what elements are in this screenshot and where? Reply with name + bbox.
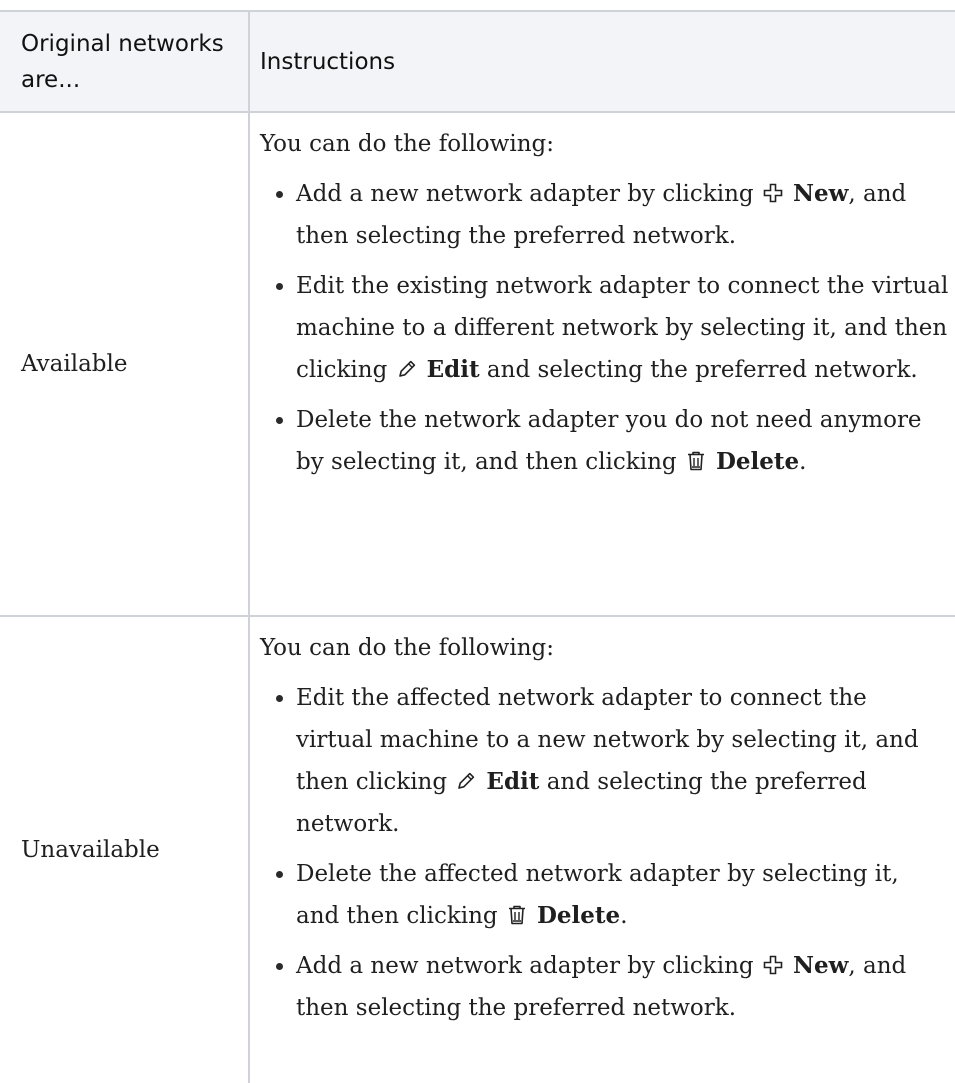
instructions-list: Edit the affected network adapter to con…: [260, 677, 949, 1029]
table-header-row: Original networks are... Instructions: [0, 10, 955, 113]
new-button-reference: New: [761, 180, 848, 207]
delete-label: Delete: [536, 902, 621, 929]
new-label: New: [792, 952, 849, 979]
item-text: Delete the network adapter you do not ne…: [296, 407, 922, 475]
pencil-icon: [397, 359, 417, 379]
header-instructions: Instructions: [249, 10, 955, 113]
delete-label: Delete: [715, 448, 800, 475]
table-row: Available You can do the following: Add …: [0, 112, 955, 617]
table-row: Unavailable You can do the following: Ed…: [0, 616, 955, 1083]
state-cell: Available: [0, 112, 250, 617]
edit-button-reference: Edit: [395, 356, 480, 383]
item-text-tail: and selecting the preferred network.: [479, 357, 918, 383]
list-item: Delete the affected network adapter by s…: [260, 853, 949, 937]
item-text-tail: .: [799, 449, 807, 475]
item-text: Add a new network adapter by clicking: [296, 953, 754, 979]
instructions-lead: You can do the following:: [260, 635, 554, 661]
instructions-cell: You can do the following: Edit the affec…: [249, 616, 955, 1083]
edit-button-reference: Edit: [454, 768, 539, 795]
list-item: Add a new network adapter by clicking Ne…: [260, 945, 949, 1029]
instructions-cell: You can do the following: Add a new netw…: [249, 112, 955, 617]
trash-icon: [507, 905, 527, 925]
list-item: Edit the affected network adapter to con…: [260, 677, 949, 845]
state-cell: Unavailable: [0, 616, 250, 1083]
list-item: Edit the existing network adapter to con…: [260, 265, 949, 391]
delete-button-reference: Delete: [505, 902, 620, 929]
item-text-tail: .: [620, 903, 628, 929]
new-label: New: [792, 180, 849, 207]
edit-label: Edit: [426, 356, 480, 383]
item-text: Add a new network adapter by clicking: [296, 181, 754, 207]
pencil-icon: [456, 771, 476, 791]
edit-label: Edit: [486, 768, 540, 795]
plus-icon: [763, 183, 783, 203]
instructions-list: Add a new network adapter by clicking Ne…: [260, 173, 949, 483]
delete-button-reference: Delete: [684, 448, 799, 475]
network-instructions-table: Original networks are... Instructions Av…: [0, 10, 955, 1083]
plus-icon: [763, 955, 783, 975]
new-button-reference: New: [761, 952, 848, 979]
instructions-lead: You can do the following:: [260, 131, 554, 157]
list-item: Delete the network adapter you do not ne…: [260, 399, 949, 483]
trash-icon: [686, 451, 706, 471]
list-item: Add a new network adapter by clicking Ne…: [260, 173, 949, 257]
header-original-networks: Original networks are...: [0, 10, 250, 113]
